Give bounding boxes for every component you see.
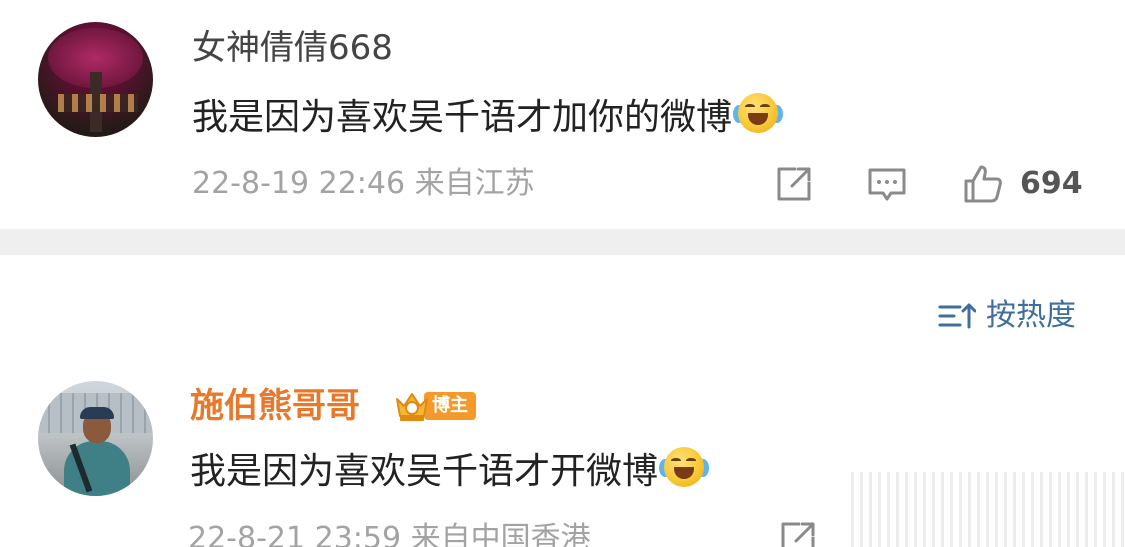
comment-meta: 22-8-21 23:59 来自中国香港 [188, 521, 591, 547]
laugh-cry-emoji-icon [659, 445, 710, 489]
sort-by-hot-button[interactable]: 按热度 [938, 298, 1076, 334]
share-icon[interactable] [778, 519, 818, 547]
like-count: 694 [1020, 166, 1083, 201]
sort-icon [938, 303, 976, 329]
crown-icon [394, 389, 430, 423]
badge-label: 博主 [424, 392, 476, 420]
comment-location: 来自江苏 [414, 166, 535, 201]
comment-body: 我是因为喜欢吴千语才加你的微博 [192, 97, 733, 138]
avatar[interactable] [38, 22, 153, 137]
author-username[interactable]: 施伯熊哥哥 [190, 386, 360, 426]
share-icon[interactable] [774, 164, 814, 204]
comment-meta: 22-8-19 22:46 来自江苏 [192, 166, 535, 202]
author-badge: 博主 [394, 388, 476, 424]
thumbs-up-icon[interactable] [962, 163, 1004, 205]
comment-timestamp: 22-8-19 22:46 [192, 166, 406, 201]
sort-label: 按热度 [986, 298, 1076, 333]
comment-body: 我是因为喜欢吴千语才开微博 [190, 451, 659, 492]
section-divider [0, 229, 1125, 255]
comment-text: 我是因为喜欢吴千语才加你的微博 [192, 91, 784, 140]
image-artifact [845, 472, 1125, 547]
comment-location: 来自中国香港 [410, 521, 591, 547]
avatar[interactable] [38, 381, 153, 496]
comment-text: 我是因为喜欢吴千语才开微博 [190, 445, 710, 494]
comment-timestamp: 22-8-21 23:59 [188, 521, 402, 547]
comment-username[interactable]: 女神倩倩668 [192, 28, 393, 68]
comment-feed: 女神倩倩668 我是因为喜欢吴千语才加你的微博 22-8-19 22:46 来自… [0, 0, 1125, 547]
comment-icon[interactable] [866, 165, 908, 205]
laugh-cry-emoji-icon [733, 91, 784, 135]
